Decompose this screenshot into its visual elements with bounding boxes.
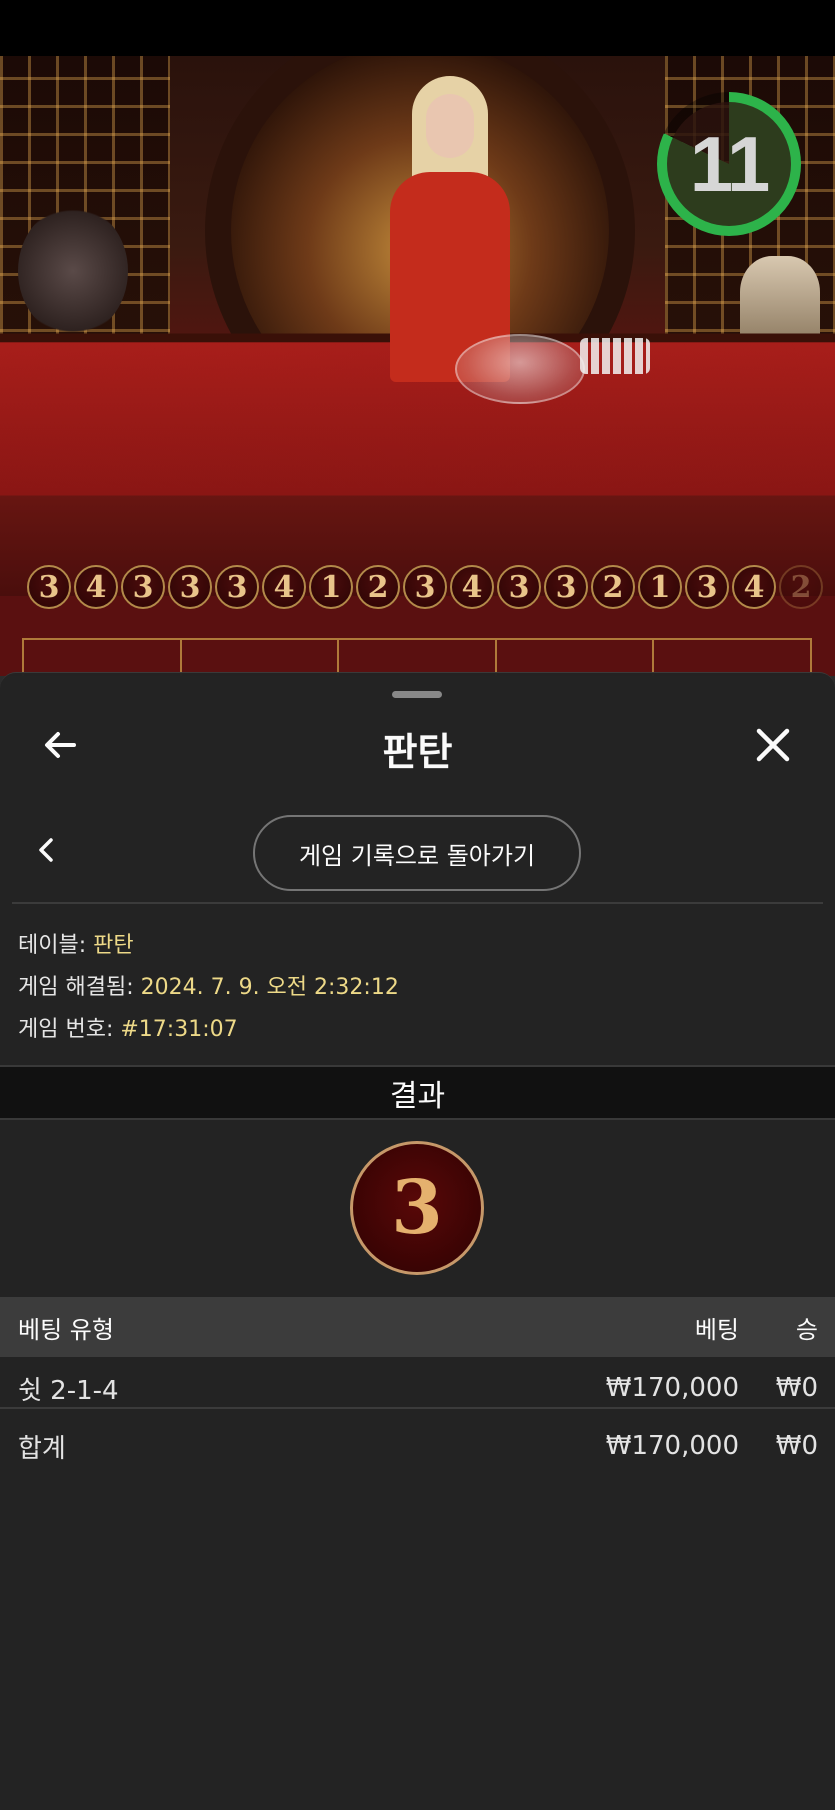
road-ball: 3: [685, 565, 729, 609]
sheet-title: 판탄: [0, 721, 835, 776]
row-bet-type: 쉿 2-1-4: [18, 1370, 119, 1407]
bead-bowl: [455, 334, 585, 404]
road-ball: 1: [638, 565, 682, 609]
back-to-history-button[interactable]: 게임 기록으로 돌아가기: [253, 815, 581, 891]
info-game-number: 게임 번호: #17:31:07: [18, 1011, 238, 1043]
header-win: 승: [796, 1310, 818, 1345]
row-win: ₩0: [776, 1373, 818, 1403]
total-row: 합계 ₩170,000 ₩0: [0, 1419, 835, 1473]
divider: [12, 902, 823, 904]
road-ball: 3: [121, 565, 165, 609]
info-resolved: 게임 해결됨: 2024. 7. 9. 오전 2:32:12: [18, 969, 399, 1001]
total-win: ₩0: [776, 1431, 818, 1461]
game-history-sheet: 판탄 게임 기록으로 돌아가기 테이블: 판탄 게임 해결됨: 2024. 7.…: [0, 672, 835, 1810]
road-ball: 2: [356, 565, 400, 609]
chevron-left-icon[interactable]: [32, 835, 62, 865]
road-ball: 1: [309, 565, 353, 609]
road-ball: 4: [732, 565, 776, 609]
info-table: 테이블: 판탄: [18, 927, 134, 959]
sheet-drag-handle[interactable]: [392, 691, 442, 698]
timer-value: 11: [690, 119, 768, 210]
history-road: 34333412343321342: [27, 565, 823, 619]
road-ball: 4: [450, 565, 494, 609]
divider: [0, 1407, 835, 1409]
total-label: 합계: [18, 1428, 66, 1465]
road-ball: 4: [74, 565, 118, 609]
close-icon[interactable]: [751, 723, 795, 767]
bonsai-plant: [18, 206, 128, 336]
header-bet-type: 베팅 유형: [18, 1310, 114, 1345]
dragon-statue: [740, 256, 820, 346]
road-ball: 3: [497, 565, 541, 609]
bet-table-header: 베팅 유형 베팅 승: [0, 1297, 835, 1357]
row-bet: ₩170,000: [606, 1373, 739, 1403]
countdown-timer: 11: [657, 92, 801, 236]
beads: [580, 338, 650, 374]
road-ball: 4: [262, 565, 306, 609]
road-ball: 3: [168, 565, 212, 609]
header-bet: 베팅: [695, 1310, 739, 1345]
status-bar: [0, 0, 835, 56]
total-bet: ₩170,000: [606, 1431, 739, 1461]
result-header: 결과: [0, 1065, 835, 1120]
road-ball: 3: [544, 565, 588, 609]
road-ball: 2: [779, 565, 823, 609]
road-ball: 3: [215, 565, 259, 609]
result-ball: 3: [350, 1141, 484, 1275]
road-ball: 3: [403, 565, 447, 609]
road-ball: 3: [27, 565, 71, 609]
road-ball: 2: [591, 565, 635, 609]
